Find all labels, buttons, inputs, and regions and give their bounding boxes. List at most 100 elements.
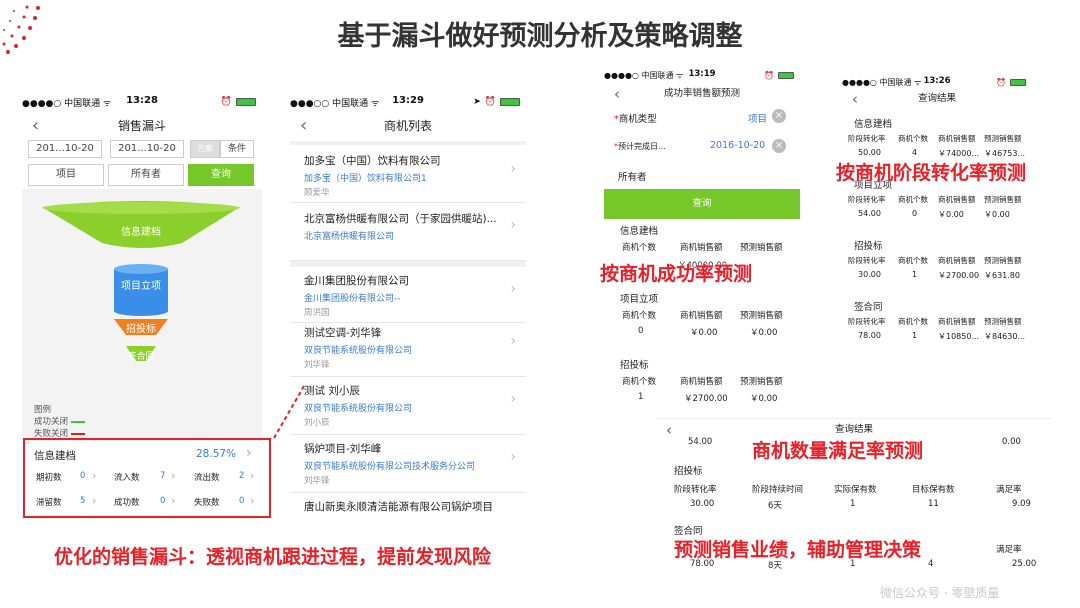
nav-bar: ‹ 查询结果 xyxy=(842,88,1032,110)
back-chevron-icon[interactable]: ‹ xyxy=(300,113,307,139)
col-header: 预测销售额 xyxy=(984,195,1022,204)
nav-bar: ‹ 销售漏斗 xyxy=(22,113,262,139)
chevron-right-icon: › xyxy=(510,449,516,465)
section-title: 招投标 xyxy=(620,360,649,371)
item-company: 金川集团股份有限公司-- xyxy=(304,294,401,304)
chevron-right-icon: › xyxy=(510,161,516,177)
col-header: 阶段转化率 xyxy=(848,317,886,326)
cell-value: ￥10850... xyxy=(938,332,980,341)
funnel-label-project: 项目立项 xyxy=(121,281,161,292)
item-title: 测试空调-刘华锋 xyxy=(304,327,382,339)
col-header: 商机销售额 xyxy=(938,317,976,326)
field-date-value[interactable]: 2016-10-20 xyxy=(710,140,765,151)
seg-plan-tab[interactable]: 方案 xyxy=(190,140,220,158)
nav-title: 查询结果 xyxy=(917,93,956,104)
clear-icon[interactable]: × xyxy=(772,109,786,123)
legend-title: 图例 xyxy=(34,405,52,415)
item-company: 北京富杨供暖有限公司 xyxy=(304,232,395,242)
cell-value: ￥631.80 xyxy=(984,271,1020,280)
cell-value: ￥0.00 xyxy=(690,328,718,338)
battery-icon xyxy=(236,98,256,106)
nav-bar: ‹ 商机列表 xyxy=(290,113,526,139)
page-title: 基于漏斗做好预测分析及策略调整 xyxy=(337,21,743,52)
project-button[interactable]: 项目 xyxy=(28,164,104,186)
field-type-value[interactable]: 项目 xyxy=(748,111,767,125)
cell-value: 25.00 xyxy=(1012,559,1037,569)
query-button[interactable]: 查询 xyxy=(188,164,254,186)
back-chevron-icon[interactable]: ‹ xyxy=(666,419,672,441)
col-header: 商机个数 xyxy=(622,243,657,253)
col-header: 阶段持续时间 xyxy=(752,485,804,495)
cell-value: 11 xyxy=(928,499,939,509)
nav-bar: ‹ 成功率销售额预测 xyxy=(604,83,800,105)
cell-value: ￥0.00 xyxy=(750,328,778,338)
nav-title: 查询结果 xyxy=(834,424,873,435)
col-header: 预测销售额 xyxy=(740,311,783,321)
col-header: 预测销售额 xyxy=(984,256,1022,265)
cell-value: 50.00 xyxy=(858,148,881,157)
callout-quantity: 商机数量满足率预测 xyxy=(752,440,924,462)
list-item[interactable]: 加多宝（中国）饮料有限公司 加多宝（中国）饮料有限公司1 顾爱华 › xyxy=(290,147,526,203)
item-owner: 周洪国 xyxy=(304,308,330,318)
col-header: 预测销售额 xyxy=(984,134,1022,143)
col-header: 商机个数 xyxy=(622,377,657,387)
cell-value: 9.09 xyxy=(1012,499,1031,509)
section-title: 签合同 xyxy=(854,302,883,313)
cell-value: 54.00 xyxy=(858,209,881,218)
list-item[interactable]: 测试 刘小辰 双良节能系统股份有限公司 刘小辰 › xyxy=(290,377,526,435)
cell-value: 1 xyxy=(912,331,918,340)
seg-cond-tab[interactable]: 条件 xyxy=(220,140,254,158)
col-header: 阶段转化率 xyxy=(848,195,886,204)
funnel-label-info: 信息建档 xyxy=(121,227,161,238)
chevron-right-icon: › xyxy=(510,333,516,349)
date-from-field[interactable]: 201...10-20 xyxy=(28,140,102,158)
callout-stage-rate: 按商机阶段转化率预测 xyxy=(836,162,1027,184)
cell-value: ￥2700.00 xyxy=(684,394,728,404)
cell-value: 78.00 xyxy=(858,331,881,340)
col-header: 阶段转化率 xyxy=(848,134,886,143)
list-item[interactable]: 锅炉项目-刘华峰 双良节能系统股份有限公司技术服务分公司 刘华锋 › xyxy=(290,435,526,493)
highlight-box xyxy=(23,438,271,518)
col-header: 阶段转化率 xyxy=(848,256,886,265)
cell-value: 6天 xyxy=(768,501,782,511)
bottom-caption: 优化的销售漏斗：透视商机跟进过程，提前发现风险 xyxy=(54,546,492,568)
col-header: 预测销售额 xyxy=(740,377,783,387)
nav-title: 销售漏斗 xyxy=(117,119,166,133)
chevron-right-icon: › xyxy=(510,217,516,233)
back-chevron-icon[interactable]: ‹ xyxy=(614,83,620,105)
alarm-icon: ⏰ xyxy=(996,78,1006,87)
clear-icon[interactable]: × xyxy=(772,139,786,153)
col-header: 预测销售额 xyxy=(984,317,1022,326)
item-company: 双良节能系统股份有限公司 xyxy=(304,346,413,356)
owner-button[interactable]: 所有者 xyxy=(108,164,184,186)
cell-value: ￥84630... xyxy=(984,332,1026,341)
back-chevron-icon[interactable]: ‹ xyxy=(852,88,858,110)
list-item[interactable]: 北京富杨供暖有限公司（于家园供暖站)... 北京富杨供暖有限公司 › xyxy=(290,203,526,261)
item-company: 双良节能系统股份有限公司 xyxy=(304,404,413,414)
opportunity-list-screen: ●●●○○ 中国联通 ᯤ 13:29 ➤ ⏰ ‹ 商机列表 加多宝（中国）饮料有限… xyxy=(290,93,526,523)
section-title: 信息建档 xyxy=(620,226,659,237)
cell-value: 0 xyxy=(912,209,918,218)
cell-value: 0 xyxy=(638,326,644,336)
item-title: 金川集团股份有限公司 xyxy=(304,275,409,287)
nav-title: 成功率销售额预测 xyxy=(663,88,740,99)
query-button[interactable]: 查询 xyxy=(604,189,800,219)
back-chevron-icon[interactable]: ‹ xyxy=(32,113,39,139)
cell-value: 4 xyxy=(912,148,918,157)
battery-icon xyxy=(1010,79,1026,86)
list-item[interactable]: 金川集团股份有限公司 金川集团股份有限公司-- 周洪国 › xyxy=(290,267,526,323)
cell-value: 54.00 xyxy=(688,437,713,447)
col-header: 商机销售额 xyxy=(680,311,723,321)
col-header: 商机销售额 xyxy=(938,195,976,204)
date-to-field[interactable]: 201...10-20 xyxy=(110,140,184,158)
item-title: 唐山新奥永顺清洁能源有限公司锅炉项目 xyxy=(304,501,493,513)
alarm-icon: ⏰ xyxy=(764,71,774,80)
callout-success-rate: 按商机成功率预测 xyxy=(600,263,753,285)
list-item[interactable]: 唐山新奥永顺清洁能源有限公司锅炉项目 xyxy=(290,493,526,523)
col-header: 商机个数 xyxy=(898,317,928,326)
item-company: 双良节能系统股份有限公司技术服务分公司 xyxy=(304,462,476,472)
cell-value: 30.00 xyxy=(690,499,715,509)
cell-value: 1 xyxy=(850,499,856,509)
list-item[interactable]: 测试空调-刘华锋 双良节能系统股份有限公司 刘华锋 › xyxy=(290,319,526,377)
item-owner: 刘华锋 xyxy=(304,360,330,370)
